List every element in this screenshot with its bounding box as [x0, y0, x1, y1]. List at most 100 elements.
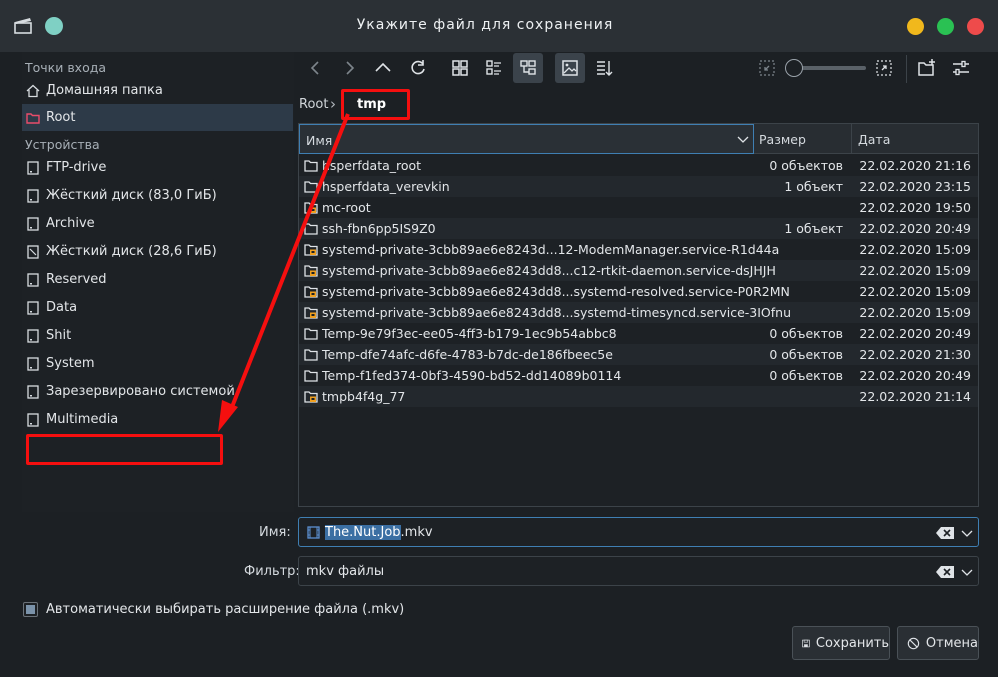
device-item[interactable]: Archive	[22, 210, 293, 237]
minimize-button[interactable]	[907, 18, 924, 35]
device-label: Multimedia	[46, 412, 119, 427]
table-row[interactable]: hsperfdata_root 0 объектов 22.02.2020 21:1…	[299, 155, 978, 176]
folder-locked-icon	[304, 265, 318, 277]
preview-button[interactable]	[555, 53, 585, 83]
reload-button[interactable]	[403, 53, 433, 83]
forward-icon	[346, 61, 355, 75]
device-item[interactable]: System	[22, 350, 293, 377]
place-root[interactable]: Root	[22, 104, 293, 131]
file-date: 22.02.2020 20:49	[859, 368, 971, 383]
drive-icon	[27, 356, 39, 371]
file-name: Temp-f1fed374-0bf3-4590-bd52-dd14089b011…	[322, 368, 622, 383]
up-button[interactable]	[368, 53, 398, 83]
file-name: tmpb4f4g_77	[322, 389, 406, 404]
table-row[interactable]: hsperfdata_verevkin 1 объект 22.02.2020 23…	[299, 176, 978, 197]
breadcrumb-separator-icon: ›	[330, 95, 336, 113]
save-button[interactable]: Сохранить	[792, 626, 890, 660]
column-size-header[interactable]: Размер	[754, 124, 852, 154]
folder-icon	[304, 223, 318, 235]
device-item[interactable]: Reserved	[22, 266, 293, 293]
breadcrumb-root[interactable]: Root	[299, 97, 328, 112]
chevron-down-icon[interactable]	[961, 527, 973, 539]
table-row[interactable]: systemd-private-3cbb89ae6e8243dd8...syst…	[299, 281, 978, 302]
file-date: 22.02.2020 21:16	[859, 158, 971, 173]
places-section-title: Точки входа	[25, 60, 107, 75]
column-name-header[interactable]: Имя	[299, 124, 754, 154]
auto-extension-checkbox[interactable]	[23, 602, 38, 617]
file-name: ssh-fbn6pp5IS9Z0	[322, 221, 436, 236]
clear-icon[interactable]	[936, 527, 954, 539]
window-title: Укажите файл для сохранения	[356, 17, 614, 33]
table-row[interactable]: Temp-f1fed374-0bf3-4590-bd52-dd14089b011…	[299, 365, 978, 386]
zoom-slider-track[interactable]	[800, 66, 866, 70]
title-bar: Укажите файл для сохранения	[0, 0, 998, 52]
place-home[interactable]: Домашняя папка	[22, 77, 293, 104]
table-row[interactable]: Temp-9e79f3ec-ee05-4ff3-b179-1ec9b54abbc…	[299, 323, 978, 344]
close-button[interactable]	[967, 18, 984, 35]
video-file-icon	[307, 526, 320, 539]
sort-button[interactable]	[589, 53, 619, 83]
device-item[interactable]: FTP-drive	[22, 154, 293, 181]
device-label: Жёсткий диск (83,0 ГиБ)	[46, 188, 217, 203]
file-name: hsperfdata_root	[322, 158, 422, 173]
table-row[interactable]: systemd-private-3cbb89ae6e8243dd8...syst…	[299, 302, 978, 323]
filename-extension-text: .mkv	[400, 525, 433, 540]
table-row[interactable]: mc-root 22.02.2020 19:50	[299, 197, 978, 218]
column-date-header[interactable]: Дата	[852, 124, 978, 154]
filename-input[interactable]: The.Nut.Job.mkv	[298, 517, 979, 547]
back-button[interactable]	[301, 53, 331, 83]
column-name-label: Имя	[306, 133, 333, 148]
drive-icon	[27, 412, 39, 427]
file-name: hsperfdata_verevkin	[322, 179, 450, 194]
table-row[interactable]: tmpb4f4g_77 22.02.2020 21:14	[299, 386, 978, 407]
filter-combobox[interactable]: mkv файлы	[298, 556, 979, 586]
folder-locked-icon	[304, 307, 318, 319]
drive-icon	[27, 272, 39, 287]
device-label: Archive	[46, 216, 95, 231]
table-row[interactable]: systemd-private-3cbb89ae6e8243dd8...c12-…	[299, 260, 978, 281]
clear-icon[interactable]	[936, 566, 954, 578]
maximize-button[interactable]	[937, 18, 954, 35]
device-item[interactable]: Зарезервировано системой	[22, 378, 293, 405]
auto-extension-label: Автоматически выбирать расширение файла …	[46, 602, 405, 617]
device-item[interactable]: Shit	[22, 322, 293, 349]
forward-button[interactable]	[334, 53, 364, 83]
chevron-down-icon[interactable]	[961, 566, 973, 578]
zoom-in-icon	[876, 60, 892, 76]
file-size: 1 объект	[784, 179, 843, 194]
home-icon	[26, 84, 40, 97]
drive-icon	[27, 244, 39, 259]
file-name: Temp-dfe74afc-d6fe-4783-b7dc-de186fbeec5…	[322, 347, 613, 362]
table-row[interactable]: ssh-fbn6pp5IS9Z0 1 объект 22.02.2020 20:49	[299, 218, 978, 239]
zoom-in-button[interactable]	[869, 53, 899, 83]
table-row[interactable]: systemd-private-3cbb89ae6e8243d...12-Mod…	[299, 239, 978, 260]
zoom-out-button[interactable]	[752, 53, 782, 83]
compact-view-button[interactable]	[479, 53, 509, 83]
breadcrumb-current[interactable]: tmp	[357, 97, 386, 112]
icons-view-button[interactable]	[445, 53, 475, 83]
filter-label: Фильтр:	[244, 564, 300, 579]
device-item[interactable]: Жёсткий диск (83,0 ГиБ)	[22, 182, 293, 209]
device-item[interactable]: Жёсткий диск (28,6 ГиБ)	[22, 238, 293, 265]
folder-icon	[304, 160, 318, 172]
file-name: systemd-private-3cbb89ae6e8243d...12-Mod…	[322, 242, 780, 257]
folder-locked-icon	[304, 244, 318, 256]
folder-locked-icon	[304, 202, 318, 214]
device-item[interactable]: Multimedia	[22, 406, 293, 433]
cancel-button[interactable]: Отмена	[897, 626, 979, 660]
file-size: 0 объектов	[769, 347, 843, 362]
zoom-out-icon	[759, 60, 775, 76]
tree-view-icon	[520, 60, 536, 75]
folder-locked-icon	[304, 391, 318, 403]
file-size: 1 объект	[784, 221, 843, 236]
new-folder-button[interactable]	[912, 53, 942, 83]
folder-icon	[304, 349, 318, 361]
folder-locked-icon	[304, 286, 318, 298]
device-label: Shit	[46, 328, 72, 343]
zoom-slider-handle[interactable]	[785, 59, 803, 77]
file-list[interactable]: Имя Размер Дата hsperfdata_root 0 объекто…	[298, 123, 979, 507]
tree-view-button[interactable]	[513, 53, 543, 83]
table-row[interactable]: Temp-dfe74afc-d6fe-4783-b7dc-de186fbeec5…	[299, 344, 978, 365]
options-button[interactable]	[946, 53, 976, 83]
device-item[interactable]: Data	[22, 294, 293, 321]
